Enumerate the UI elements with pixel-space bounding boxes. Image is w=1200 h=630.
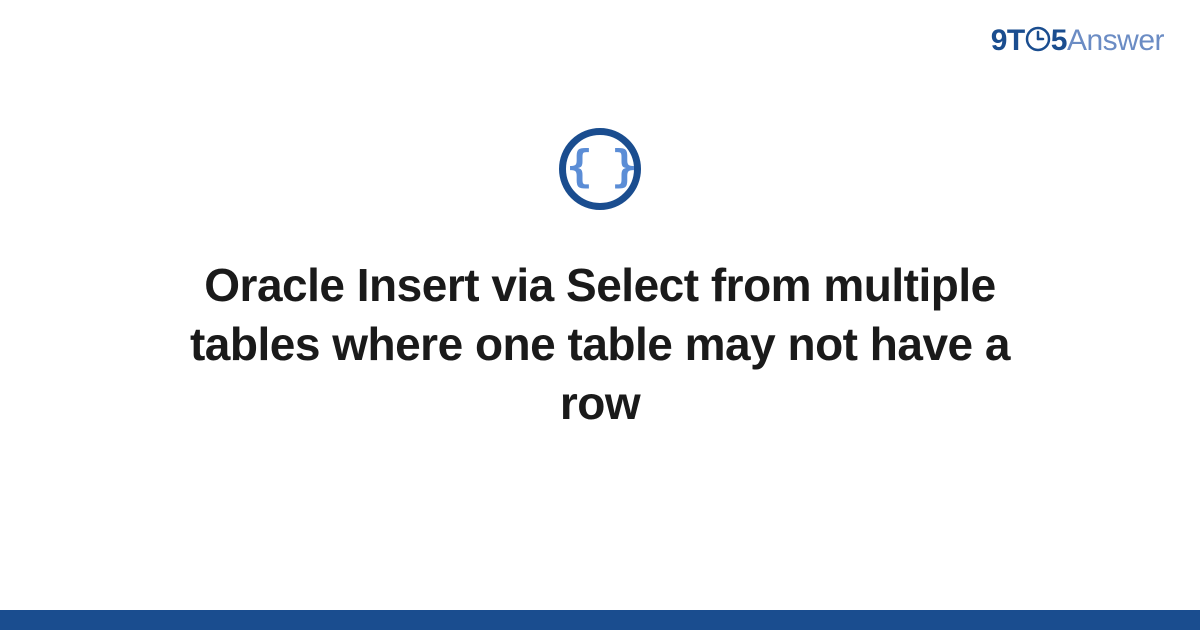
code-braces-badge: { } — [559, 128, 641, 210]
logo-text-5: 5 — [1051, 24, 1067, 57]
page-title: Oracle Insert via Select from multiple t… — [150, 256, 1050, 433]
main-content: { } Oracle Insert via Select from multip… — [0, 128, 1200, 433]
logo-text-answer: Answer — [1067, 24, 1164, 57]
site-logo: 9T 5Answer — [991, 24, 1164, 58]
footer-bar — [0, 610, 1200, 630]
clock-icon — [1025, 26, 1051, 52]
logo-text-9t: 9T — [991, 24, 1025, 57]
braces-icon: { } — [566, 145, 633, 189]
